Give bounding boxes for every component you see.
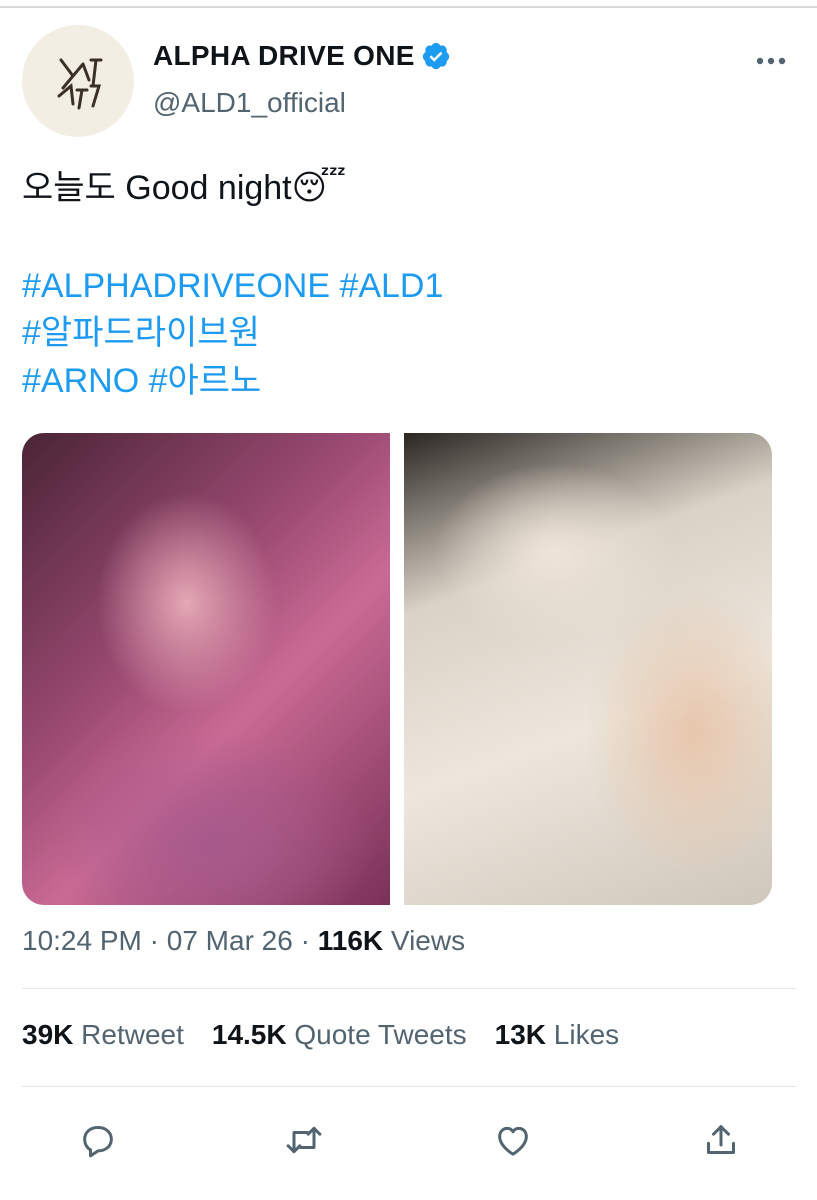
hashtag-line-3[interactable]: #ARNO #아르노 bbox=[22, 361, 261, 401]
like-icon bbox=[498, 1126, 528, 1156]
share-button[interactable] bbox=[699, 1118, 743, 1162]
tweet-time[interactable]: 10:24 PM bbox=[22, 925, 142, 956]
tweet-meta: 10:24 PM · 07 Mar 26 · 116K Views bbox=[22, 925, 465, 957]
retweet-count: 39K bbox=[22, 1019, 74, 1050]
tweet-text: 오늘도 Good night😴 bbox=[22, 168, 346, 208]
like-button[interactable] bbox=[491, 1118, 535, 1162]
retweet-label: Retweet bbox=[81, 1019, 184, 1050]
verified-badge-icon bbox=[422, 42, 449, 70]
divider-stats bbox=[22, 1086, 796, 1087]
display-name[interactable]: ALPHA DRIVE ONE bbox=[153, 40, 451, 72]
top-divider bbox=[0, 6, 817, 8]
meta-separator: · bbox=[149, 925, 167, 956]
engagement-stats: 39K Retweet 14.5K Quote Tweets 13K Likes bbox=[22, 1019, 619, 1051]
share-icon bbox=[707, 1125, 735, 1154]
likes-label: Likes bbox=[553, 1019, 620, 1050]
likes-count: 13K bbox=[494, 1019, 547, 1050]
divider-meta bbox=[22, 988, 796, 989]
meta-separator: · bbox=[300, 925, 318, 956]
quote-tweets-label: Quote Tweets bbox=[294, 1019, 467, 1050]
tweet-photo-1[interactable] bbox=[22, 433, 390, 905]
more-options-button[interactable] bbox=[752, 46, 790, 76]
more-dots-icon bbox=[756, 57, 786, 65]
display-name-text: ALPHA DRIVE ONE bbox=[153, 40, 415, 71]
reply-icon bbox=[83, 1126, 113, 1158]
quote-tweets-count: 14.5K bbox=[211, 1019, 287, 1050]
retweet-stat[interactable]: 39K Retweet bbox=[22, 1019, 184, 1051]
ald1-logo-icon bbox=[57, 58, 103, 110]
tweet-text-content: 오늘도 Good night bbox=[22, 169, 292, 207]
tweet-date[interactable]: 07 Mar 26 bbox=[167, 925, 293, 956]
tweet-photo-2[interactable] bbox=[404, 433, 772, 905]
avatar[interactable] bbox=[22, 25, 134, 137]
hashtag-line-1[interactable]: #ALPHADRIVEONE #ALD1 bbox=[22, 266, 443, 306]
hashtag-line-2[interactable]: #알파드라이브원 bbox=[22, 313, 260, 353]
retweet-button[interactable] bbox=[282, 1118, 326, 1162]
likes-stat[interactable]: 13K Likes bbox=[495, 1019, 620, 1051]
views-count: 116K bbox=[317, 925, 384, 956]
sleeping-face-emoji: 😴 bbox=[291, 169, 347, 207]
handle[interactable]: @ALD1_official bbox=[153, 87, 346, 119]
reply-button[interactable] bbox=[76, 1118, 120, 1162]
retweet-icon bbox=[286, 1126, 322, 1154]
quote-tweets-stat[interactable]: 14.5K Quote Tweets bbox=[212, 1019, 467, 1051]
views-label: Views bbox=[390, 925, 466, 956]
